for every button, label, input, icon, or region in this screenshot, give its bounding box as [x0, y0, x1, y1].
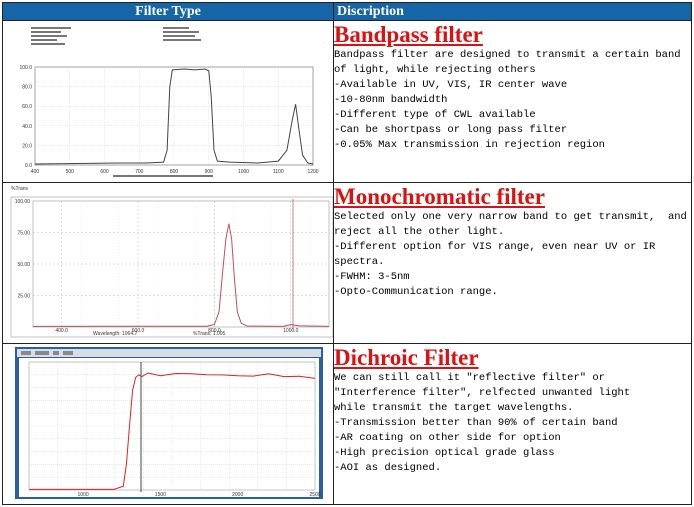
monochromatic-description: Monochromatic filter Selected only one v…	[333, 182, 694, 344]
bandpass-line-5: -Can be shortpass or long pass filter	[334, 124, 568, 136]
bandpass-xtick: 600	[100, 169, 109, 175]
bandpass-xtick: 400	[31, 169, 40, 175]
dichroic-line-6: -AOI as designed.	[334, 462, 442, 474]
mono-xlabel: Wavelength: 1064.7	[93, 331, 138, 337]
bandpass-line-3: -10-80nm bandwidth	[334, 94, 448, 106]
dichroic-toolbar	[17, 349, 321, 357]
mono-ytick: 50.00	[17, 262, 30, 268]
header-description: Discription	[333, 2, 692, 21]
dichroic-spectrum-image: 1000 1500 2000 2500	[2, 343, 334, 505]
bandpass-spectrum-image: 0.0 20.0 40.0 60.0 80.0 100.0 400 500 600 700 800…	[2, 20, 334, 183]
monochromatic-line-1: Selected only one very narrow band to ge…	[334, 211, 694, 238]
dichroic-xtick: 2000	[232, 492, 243, 498]
bandpass-line-1: Bandpass filter are designed to transmit…	[334, 49, 687, 76]
dichroic-xtick: 1000	[78, 492, 89, 498]
bandpass-xtick: 500	[66, 169, 75, 175]
header-row: Filter Type Discription	[2, 2, 692, 21]
bandpass-ytick: 40.0	[22, 124, 32, 130]
dichroic-toolbar-icons	[21, 351, 73, 355]
bandpass-chart: 0.020.040.060.080.0100.0 400 500 600 700 800…	[3, 21, 333, 182]
row-monochromatic: %Trans 25.00 50.00 75.00 100.00 400.0 600.0 8…	[2, 182, 694, 344]
bandpass-ytick: 80.0	[22, 85, 32, 91]
bandpass-line-2: -Available in UV, VIS, IR center wave	[334, 79, 568, 91]
bandpass-xtick: 1200	[307, 169, 318, 175]
filter-table: Filter Type Discription 0.0 20.0 40.0 60.0 8…	[2, 2, 692, 505]
bandpass-ytick: 60.0	[22, 104, 32, 110]
dichroic-xtick: 2500	[309, 492, 320, 498]
dichroic-chart: 1000 1500 2000 2500	[3, 344, 333, 504]
dichroic-line-3: -Transmission better than 90% of certain…	[334, 417, 618, 429]
mono-ytick: 75.00	[17, 231, 30, 237]
mono-xtick: 400.0	[55, 328, 68, 334]
monochromatic-chart: %Trans 25.0050.0075.00100.00 400.0 600.0 8…	[3, 183, 333, 343]
header-filter-type: Filter Type	[2, 2, 334, 21]
bandpass-line-4: -Different type of CWL available	[334, 109, 536, 121]
bandpass-xtick: 1000	[238, 169, 249, 175]
dichroic-title: Dichroic Filter	[334, 345, 479, 370]
row-bandpass: 0.0 20.0 40.0 60.0 80.0 100.0 400 500 600 700 800…	[2, 20, 692, 183]
mono-xtick: 1000.0	[283, 328, 299, 334]
monochromatic-line-4: -Opto-Communication range.	[334, 286, 498, 298]
bandpass-line-6: -0.05% Max transmission in rejection reg…	[334, 139, 605, 151]
bandpass-xtick: 800	[170, 169, 179, 175]
dichroic-line-1: We can still call it "reflective filter"…	[334, 372, 631, 399]
dichroic-description: Dichroic Filter We can still call it "re…	[333, 343, 692, 505]
monochromatic-line-3: -FWHM: 3-5nm	[334, 271, 410, 283]
monochromatic-line-2: -Different option for VIS range, even ne…	[334, 241, 662, 268]
mono-ytick: 25.00	[17, 294, 30, 300]
monochromatic-spectrum-image: %Trans 25.00 50.00 75.00 100.00 400.0 600.0 8…	[2, 182, 334, 344]
mono-ylabel: %Trans	[11, 186, 29, 192]
bandpass-ytick: 100.0	[19, 65, 32, 71]
monochromatic-title: Monochromatic filter	[334, 184, 545, 209]
bandpass-title: Bandpass filter	[334, 22, 483, 47]
bandpass-description: Bandpass filter Bandpass filter are desi…	[333, 20, 692, 183]
dichroic-xtick: 1500	[155, 492, 166, 498]
row-dichroic: 1000 1500 2000 2500 Dichroic Filter We can …	[2, 343, 692, 505]
bandpass-xtick: 1100	[273, 169, 284, 175]
dichroic-line-2: while transmit the target wavelengths.	[334, 402, 574, 414]
bandpass-xtick: 700	[135, 169, 144, 175]
mono-ytick: 100.00	[15, 199, 31, 205]
dichroic-plot-area	[19, 358, 319, 497]
dichroic-line-4: -AR coating on other side for option	[334, 432, 561, 444]
bandpass-xtick: 900	[205, 169, 214, 175]
mono-status: %Trans: 1.005	[193, 331, 226, 337]
bandpass-ytick: 20.0	[22, 143, 32, 149]
dichroic-line-5: -High precision optical grade glass	[334, 447, 555, 459]
